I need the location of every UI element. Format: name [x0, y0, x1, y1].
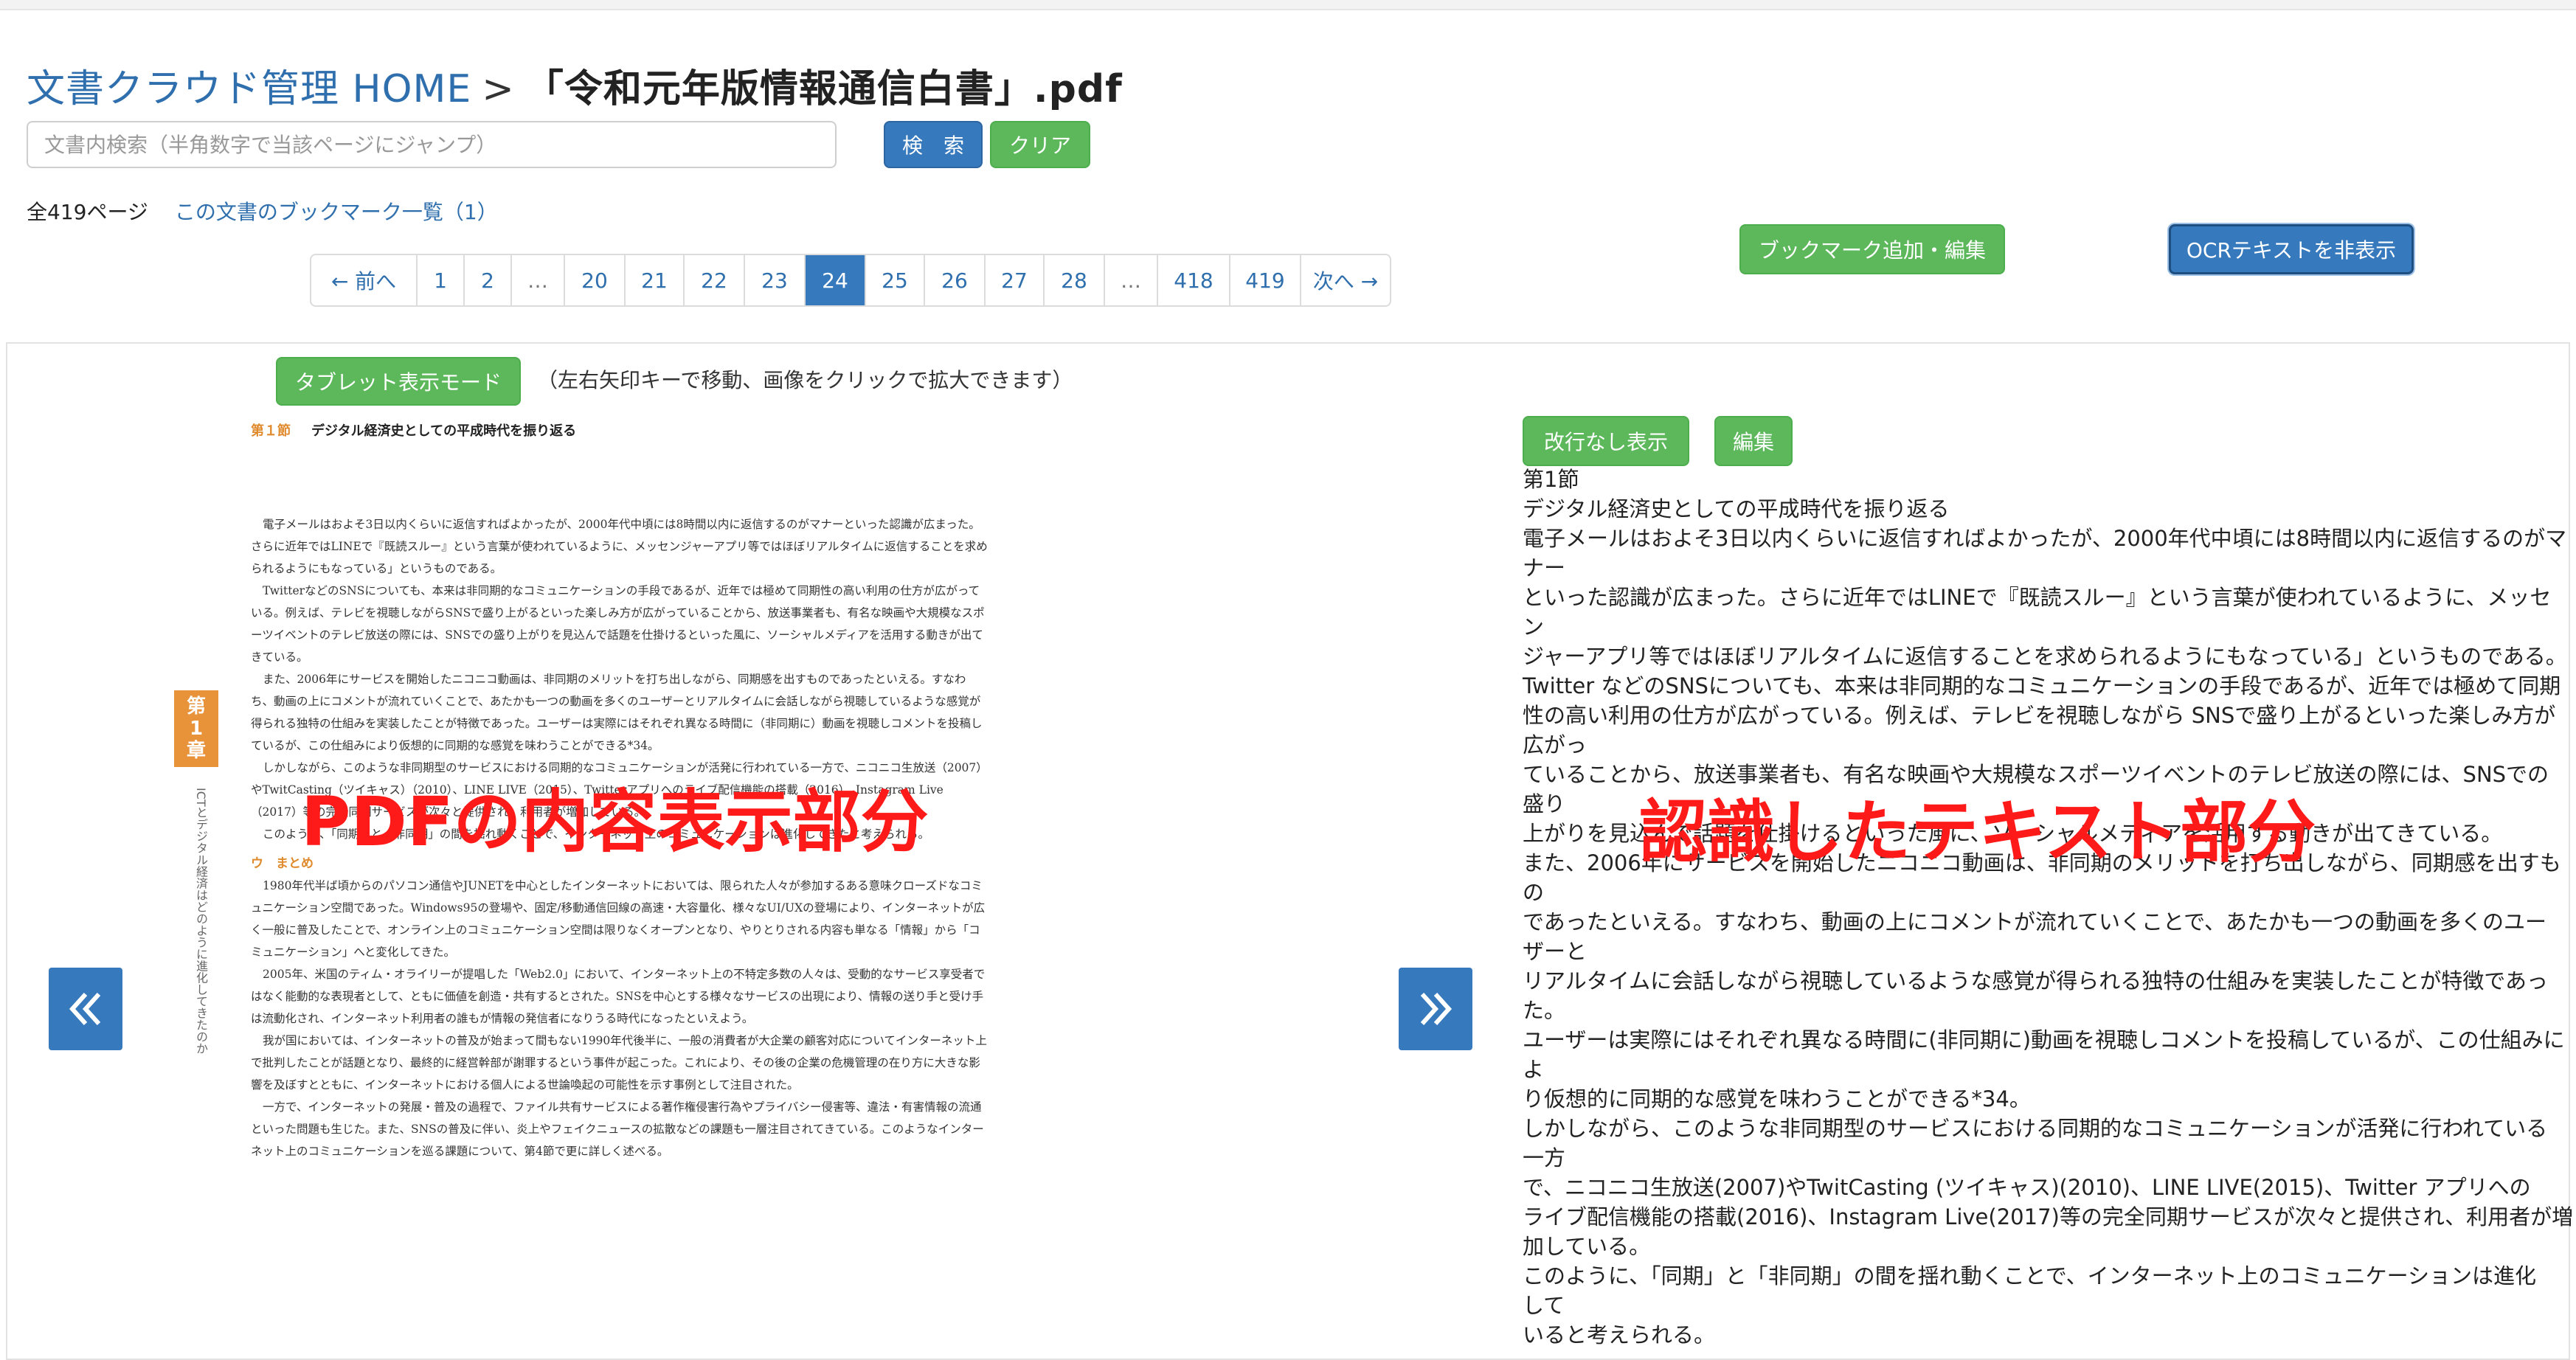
ocr-line: の — [1523, 880, 1545, 905]
ocr-line: しかしながら、このような非同期型のサービスにおける同期的なコミュニケーションが活… — [1523, 1116, 2548, 1141]
pagination-page[interactable]: 22 — [683, 255, 744, 305]
ocr-line: で、ニコニコ生放送(2007)やTwitCasting (ツイキャス)(2010… — [1523, 1175, 2531, 1200]
pagination-prev[interactable]: ← 前へ — [311, 255, 416, 305]
clear-button[interactable]: クリア — [990, 121, 1090, 168]
pdf-paragraph: 一方で、インターネットの発展・普及の過程で、ファイル共有サービスによる著作権侵害… — [251, 1100, 984, 1158]
ocr-line: り仮想的に同期的な感覚を味わうことができる*34。 — [1523, 1086, 2031, 1111]
chapter-tab: 第 1 章 — [174, 690, 218, 767]
ocr-line: 一方 — [1523, 1145, 1566, 1170]
pagination: ← 前へ 1 2 … 20 21 22 23 24 25 26 27 28 … … — [310, 254, 1391, 307]
pdf-page-image[interactable]: 第１節 デジタル経済史としての平成時代を振り返る 電子メールはおよそ3日以内くらい… — [251, 420, 988, 1351]
pdf-paragraph: また、2006年にサービスを開始したニコニコ動画は、非同期のメリットを打ち出しな… — [251, 673, 983, 752]
pagination-page[interactable]: 27 — [984, 255, 1043, 305]
ocr-line: ライブ配信機能の搭載(2016)、Instagram Live(2017)等の完… — [1523, 1204, 2574, 1229]
viewer-hint: （左右矢印キーで移動、画像をクリックで拡大できます） — [537, 368, 1073, 392]
search-button[interactable]: 検 索 — [884, 121, 983, 168]
ocr-line: デジタル経済史としての平成時代を振り返る — [1523, 496, 1950, 521]
ocr-line: ザーと — [1523, 939, 1588, 964]
ocr-line: 加している。 — [1523, 1234, 1651, 1259]
ocr-line: ジャーアプリ等ではほぼリアルタイムに返信することを求められるようにもなっている」… — [1523, 644, 2567, 669]
search-input[interactable] — [27, 121, 837, 168]
ocr-line: といった認識が広まった。さらに近年ではLINEで『既読スルー』という言葉が使われ… — [1523, 585, 2552, 610]
ocr-line: ナー — [1523, 555, 1566, 580]
double-chevron-right-icon — [1420, 992, 1453, 1026]
page-title: 文書クラウド管理 HOME > 「令和元年版情報通信白書」.pdf — [27, 58, 1123, 113]
double-chevron-left-icon — [69, 992, 101, 1026]
pagination-page[interactable]: 28 — [1043, 255, 1104, 305]
pagination-page[interactable]: 1 — [416, 255, 463, 305]
pagination-page[interactable]: 26 — [924, 255, 984, 305]
pdf-paragraph: 電子メールはおよそ3日以内くらいに返信すればよかったが、2000年代中頃には8時… — [251, 518, 988, 575]
breadcrumb-separator: > — [482, 67, 515, 111]
pagination-next[interactable]: 次へ → — [1300, 255, 1390, 305]
pagination-page[interactable]: 25 — [865, 255, 924, 305]
page-info: 全419ページ この文書のブックマーク一覧（1） — [27, 196, 498, 226]
ocr-text-panel[interactable]: 第1節 デジタル経済史としての平成時代を振り返る 電子メールはおよそ3日以内くら… — [1523, 465, 2574, 1350]
pdf-area-annotation: PDFの内容表示部分 — [301, 783, 929, 861]
pagination-page-current[interactable]: 24 — [804, 255, 865, 305]
ocr-line: た。 — [1523, 998, 1566, 1023]
ocr-edit-button[interactable]: 編集 — [1714, 416, 1793, 466]
pagination-page[interactable]: 419 — [1229, 255, 1300, 305]
prev-page-button[interactable] — [49, 968, 122, 1050]
ocr-area-annotation: 認識したテキスト部分 — [1639, 793, 2316, 872]
ocr-toggle-button[interactable]: OCRテキストを非表示 — [2169, 224, 2414, 274]
bookmark-list-link[interactable]: この文書のブックマーク一覧（1） — [175, 200, 498, 224]
ocr-line: 広がっ — [1523, 732, 1588, 757]
pagination-page[interactable]: 418 — [1157, 255, 1229, 305]
ocr-line: Twitter などのSNSについても、本来は非同期的なコミュニケーションの手段… — [1523, 673, 2561, 698]
ocr-line: して — [1523, 1293, 1565, 1318]
top-bar — [0, 0, 2576, 10]
pdf-paragraph: TwitterなどのSNSについても、本来は非同期的なコミュニケーションの手段で… — [251, 584, 985, 664]
pdf-section-title: デジタル経済史としての平成時代を振り返る — [311, 423, 577, 439]
pdf-paragraph: 我が国においては、インターネットの普及が始まって間もない1990年代後半に、一般… — [251, 1034, 987, 1092]
pdf-page-header: 第１節 デジタル経済史としての平成時代を振り返る — [251, 420, 988, 440]
pagination-page[interactable]: 21 — [624, 255, 683, 305]
ocr-line: ユーザーは実際にはそれぞれ異なる時間に(非同期に)動画を視聴しコメントを投稿して… — [1523, 1027, 2565, 1052]
ocr-line: 第1節 — [1523, 467, 1579, 492]
document-filename: 「令和元年版情報通信白書」.pdf — [524, 67, 1123, 111]
pagination-page[interactable]: 20 — [564, 255, 624, 305]
next-page-button[interactable] — [1399, 968, 1472, 1050]
chapter-tab-char: 第 — [186, 695, 206, 718]
chapter-tab-char: 1 — [189, 718, 204, 740]
ocr-line: いると考えられる。 — [1523, 1322, 1716, 1347]
pagination-page[interactable]: 23 — [744, 255, 804, 305]
pdf-paragraph: 1980年代半ば頃からのパソコン通信やJUNETを中心としたインターネットにおい… — [251, 879, 986, 959]
ocr-line: であったといえる。すなわち、動画の上にコメントが流れていくことで、あたかも一つの… — [1523, 909, 2546, 934]
pdf-section-number: 第１節 — [251, 423, 291, 439]
pagination-page[interactable]: 2 — [463, 255, 510, 305]
pdf-paragraph: 2005年、米国のティム・オライリーが提唱した「Web2.0」において、インター… — [251, 968, 986, 1025]
pagination-ellipsis: … — [1104, 255, 1157, 305]
bookmark-edit-button[interactable]: ブックマーク追加・編集 — [1739, 224, 2005, 274]
ocr-line: 性の高い利用の仕方が広がっている。例えば、テレビを視聴しながら SNSで盛り上が… — [1523, 703, 2556, 728]
page-count: 全419ページ — [27, 200, 148, 224]
no-linebreak-button[interactable]: 改行なし表示 — [1523, 416, 1689, 466]
chapter-tab-char: 章 — [186, 740, 206, 762]
ocr-line: 電子メールはおよそ3日以内くらいに返信すればよかったが、2000年代中頃には8時… — [1523, 526, 2567, 551]
pagination-ellipsis: … — [510, 255, 564, 305]
tablet-mode-button[interactable]: タブレット表示モード — [276, 357, 521, 406]
ocr-line: ン — [1523, 614, 1545, 639]
chapter-vertical-title: ICTとデジタル経済はどのように進化してきたのか — [194, 788, 208, 1055]
ocr-line: リアルタイムに会話しながら視聴しているような感覚が得られる独特の仕組みを実装した… — [1523, 968, 2548, 993]
home-link[interactable]: 文書クラウド管理 HOME — [27, 67, 471, 111]
ocr-line: よ — [1523, 1057, 1545, 1082]
ocr-line: このように、「同期」と「非同期」の間を揺れ動くことで、インターネット上のコミュニ… — [1523, 1263, 2537, 1288]
